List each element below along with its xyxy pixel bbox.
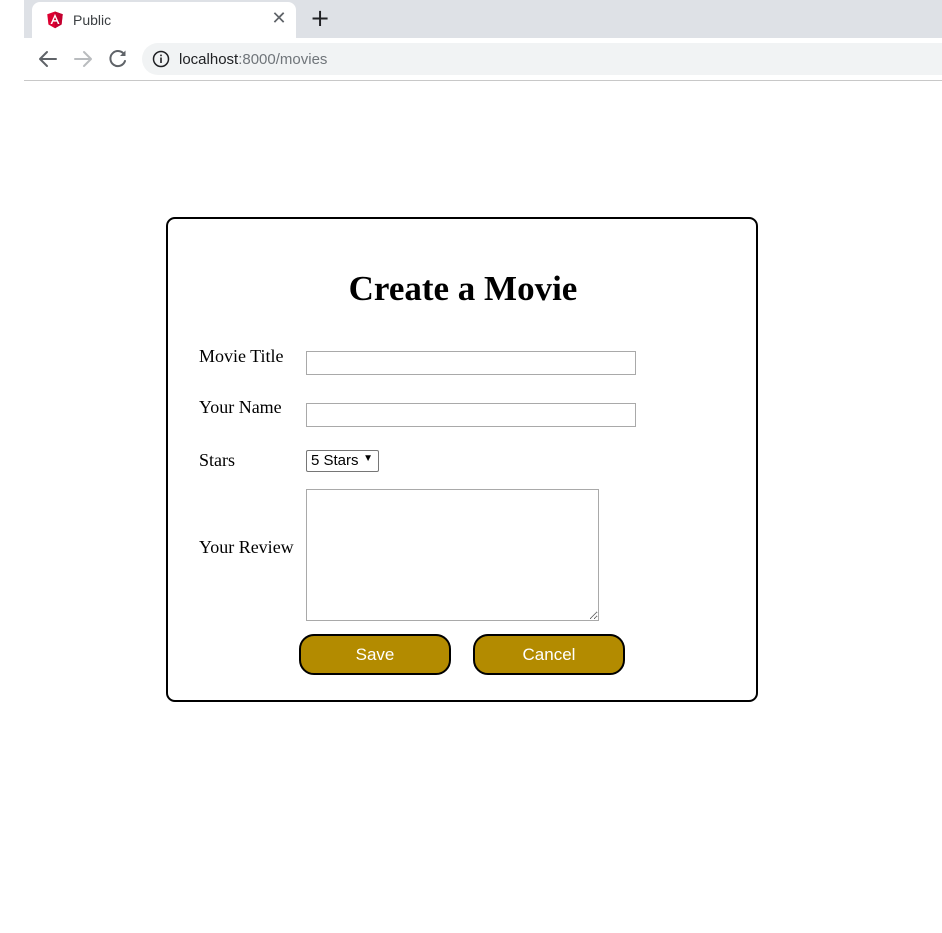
stars-select[interactable]: 5 Stars ▼ [306,450,379,472]
browser-toolbar: localhost:8000/movies [24,38,942,81]
stars-selected-value: 5 Stars [311,452,359,469]
angular-logo-icon [47,11,63,29]
page-title: Create a Movie [348,269,578,308]
browser-tab[interactable]: Public ✕ [32,2,296,38]
chevron-down-icon: ▼ [363,453,373,464]
cancel-button[interactable]: Cancel [473,634,625,675]
browser-tab-strip: Public ✕ + [24,0,942,38]
your-review-label: Your Review [199,537,294,557]
create-movie-card: Create a Movie Movie Title Your Name Sta… [166,217,758,702]
movie-title-label: Movie Title [199,346,284,366]
movie-title-input[interactable] [306,351,636,375]
new-tab-icon[interactable]: + [308,6,332,30]
review-textarea[interactable] [306,489,599,621]
close-tab-icon[interactable]: ✕ [269,9,289,29]
your-name-input[interactable] [306,403,636,427]
reload-icon[interactable] [106,47,130,71]
info-icon[interactable] [152,50,170,68]
your-name-label: Your Name [199,397,282,417]
save-button[interactable]: Save [299,634,451,675]
arrow-left-icon[interactable] [36,47,60,71]
url-text[interactable]: localhost:8000/movies [179,51,327,68]
url-host: localhost [179,51,239,68]
address-bar[interactable]: localhost:8000/movies [142,43,942,75]
url-path: :8000/movies [238,51,328,68]
tab-title: Public [73,12,112,28]
arrow-right-icon[interactable] [71,47,95,71]
stars-label: Stars [199,450,235,470]
